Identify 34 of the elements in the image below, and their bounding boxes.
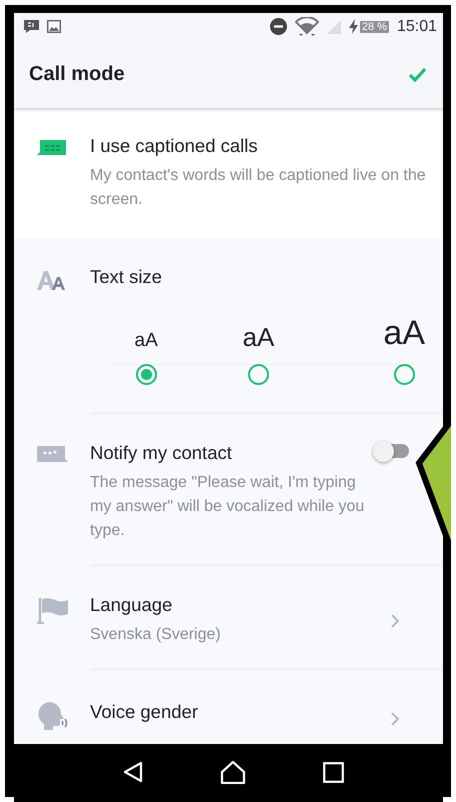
signal-icon [326, 20, 341, 34]
caption-bubble-icon [37, 139, 67, 157]
image-notification-icon [47, 20, 61, 33]
text-size-icon [37, 270, 67, 292]
setting-value: Svenska (Sverige) [90, 625, 222, 645]
setting-title: Language [90, 594, 174, 616]
message-notification-icon [24, 20, 39, 33]
setting-description: The message "Please wait, I'm typing my answer" will be vocalized while you type. [90, 473, 366, 541]
radio-button[interactable] [248, 364, 269, 385]
do-not-disturb-icon [270, 18, 287, 35]
radio-button[interactable] [394, 364, 415, 385]
text-size-sample: aA [383, 313, 425, 350]
back-icon[interactable] [122, 761, 143, 783]
setting-title: Notify my contact [90, 442, 233, 464]
recent-apps-icon[interactable] [323, 762, 344, 782]
radio-button[interactable] [136, 364, 157, 385]
chevron-right-icon[interactable] [391, 712, 400, 726]
text-size-sample: aA [242, 321, 274, 350]
confirm-check-icon[interactable] [408, 66, 427, 82]
setting-title: Text size [90, 266, 163, 288]
screen-title: Call mode [29, 62, 125, 86]
notify-toggle[interactable] [373, 440, 409, 462]
flag-icon [36, 598, 68, 624]
setting-description: My contact's words will be captioned live on the screen. [90, 166, 427, 210]
clock-time: 15:01 [396, 18, 437, 36]
setting-title: I use captioned calls [90, 135, 259, 157]
setting-title: Voice gender [90, 701, 200, 723]
text-size-sample: aA [134, 329, 158, 350]
battery-level: 28 % [360, 20, 389, 32]
chevron-right-icon[interactable] [391, 614, 400, 628]
speaking-head-icon [36, 702, 68, 730]
typing-bubble-icon [36, 446, 68, 462]
wifi-icon [294, 16, 319, 36]
home-icon[interactable] [220, 760, 246, 784]
